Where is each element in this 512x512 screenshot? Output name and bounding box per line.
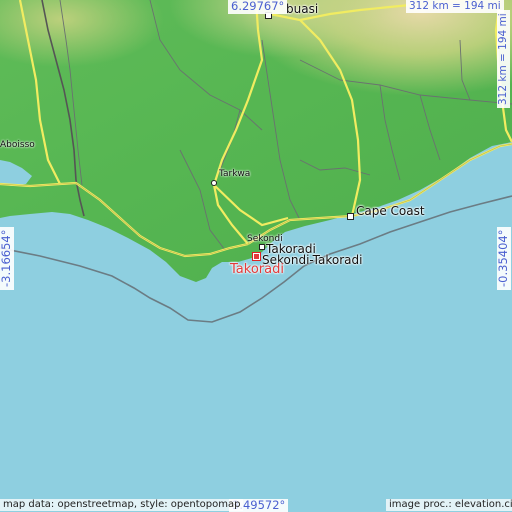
place-label-aboisso: Aboisso (0, 140, 35, 150)
place-label-cape-coast: Cape Coast (356, 204, 425, 218)
credit-image-processing: image proc.: elevation.city (386, 499, 512, 511)
town-marker-cape-coast[interactable] (347, 213, 354, 220)
place-label-buasi: buasi (286, 2, 319, 16)
coord-right: -0.35404° (496, 226, 511, 290)
coord-top: 6.29767° (228, 0, 288, 14)
town-marker-takoradi[interactable] (259, 244, 265, 250)
coord-left: -3.16654° (0, 226, 14, 290)
highland-w (0, 0, 512, 240)
scale-vertical: 312 km = 194 mi (497, 10, 510, 108)
selected-location-marker[interactable] (252, 252, 261, 261)
credit-map-data: map data: openstreetmap, style: opentopo… (0, 499, 244, 511)
place-label-takoradi-highlighted: Takoradi (230, 262, 284, 277)
scale-horizontal: 312 km = 194 mi (406, 0, 504, 13)
map-view[interactable]: buasi Aboisso Tarkwa Cape Coast Sekondi … (0, 0, 512, 512)
town-marker-tarkwa[interactable] (211, 180, 217, 186)
place-label-tarkwa: Tarkwa (219, 169, 251, 179)
